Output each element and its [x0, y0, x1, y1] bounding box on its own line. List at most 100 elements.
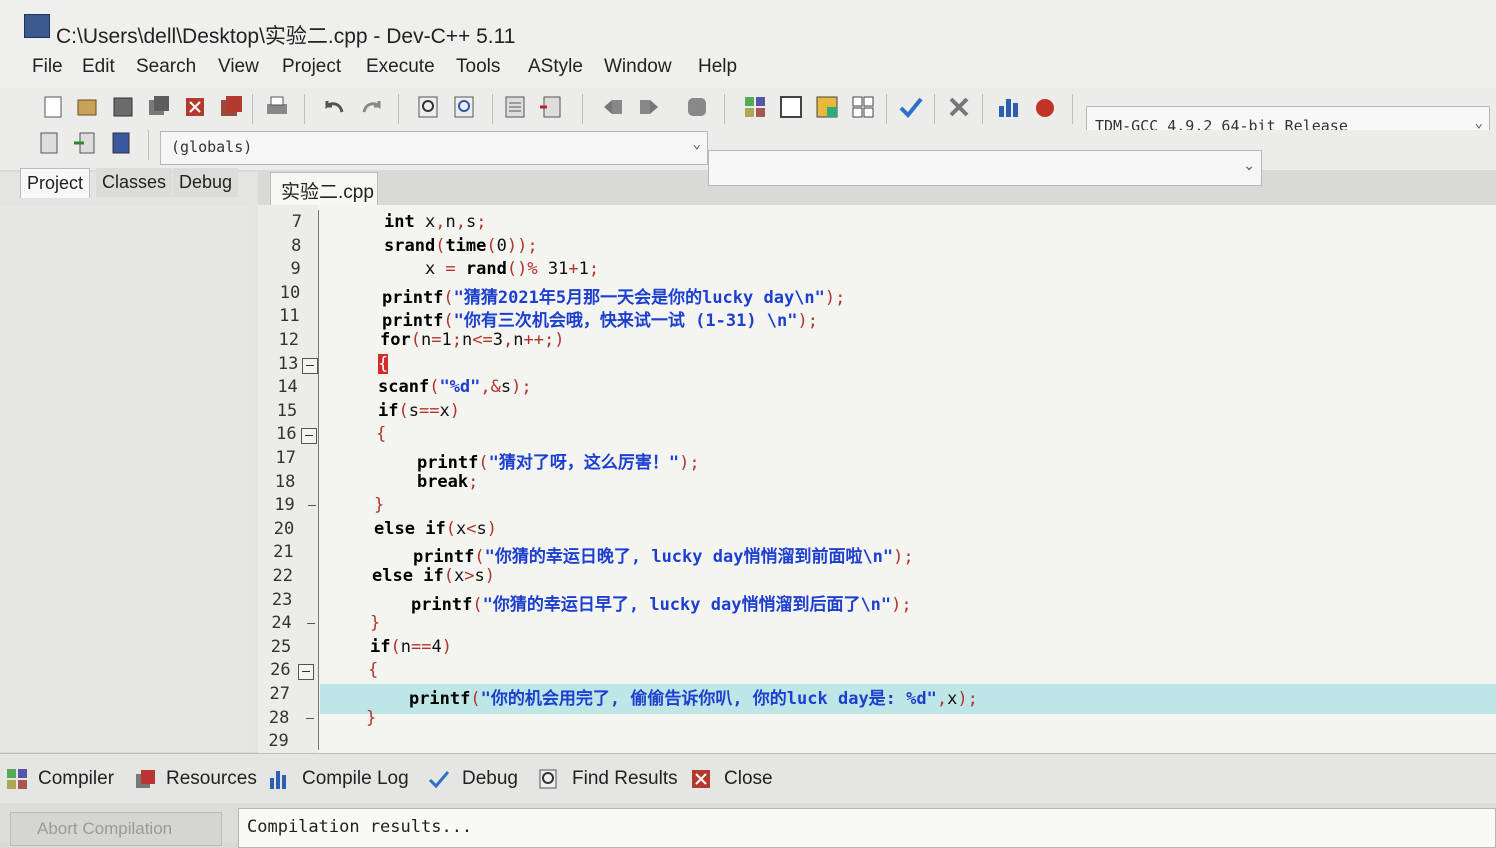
line-number: 20 — [273, 518, 295, 539]
scope-select[interactable]: (globals) ⌄ — [160, 131, 708, 165]
title-bar: C:\Users\dell\Desktop\实验二.cpp - Dev-C++ … — [0, 0, 1496, 49]
tile-icon[interactable] — [850, 94, 876, 120]
code-line[interactable]: else if(x<s) — [374, 519, 497, 539]
menu-search[interactable]: Search — [136, 56, 196, 78]
code-line[interactable]: for(n=1;n<=3,n++;) — [380, 330, 564, 350]
menu-view[interactable]: View — [218, 56, 259, 78]
close-file-icon[interactable] — [182, 94, 208, 120]
window-icon[interactable] — [778, 94, 804, 120]
fold-end-marker — [308, 505, 317, 507]
goto-line-icon[interactable] — [502, 94, 528, 120]
code-line[interactable]: printf("你有三次机会哦，快来试一试 (1-31) \n"); — [382, 306, 818, 331]
insert-icon[interactable] — [36, 130, 62, 156]
chevron-down-icon[interactable]: ⌄ — [1243, 157, 1255, 174]
menu-astyle[interactable]: AStyle — [528, 56, 583, 78]
line-number: 16 — [276, 424, 297, 445]
code-line[interactable]: srand(time(0)); — [384, 236, 538, 256]
compilation-output: Compilation results... — [238, 808, 1496, 848]
tab-find-results[interactable]: Find Results — [572, 768, 678, 790]
debug-check-icon — [428, 771, 450, 789]
compiler-icon — [7, 769, 27, 789]
new-file-icon[interactable] — [40, 94, 66, 120]
find-icon[interactable] — [416, 94, 442, 120]
menu-project[interactable]: Project — [282, 56, 341, 78]
chevron-down-icon[interactable]: ⌄ — [693, 136, 701, 152]
line-number: 13 — [277, 353, 299, 374]
compile-log-icon — [270, 771, 286, 789]
fold-guide — [318, 210, 319, 750]
code-line[interactable]: printf("猜猜2021年5月那一天会是你的lucky day\n"); — [382, 283, 845, 308]
print-icon[interactable] — [264, 94, 290, 120]
profile-chart-icon[interactable] — [996, 94, 1022, 120]
toggle-bookmark-icon[interactable] — [538, 94, 564, 120]
window-title: C:\Users\dell\Desktop\实验二.cpp - Dev-C++ … — [56, 25, 516, 48]
bookmark-icon[interactable] — [108, 130, 134, 156]
menu-file[interactable]: File — [32, 56, 63, 78]
code-line[interactable]: if(s==x) — [378, 401, 460, 421]
code-line[interactable]: x = rand()% 31+1; — [384, 259, 599, 279]
chevron-down-icon[interactable]: ⌄ — [1475, 115, 1483, 131]
code-line[interactable]: printf("猜对了呀，这么厉害！"); — [376, 448, 700, 473]
find-results-icon — [539, 769, 557, 789]
editor-file-tab[interactable]: 实验二.cpp — [270, 172, 378, 206]
member-select[interactable]: ⌄ — [708, 150, 1262, 186]
comment-icon[interactable] — [684, 94, 710, 120]
fold-toggle-icon[interactable] — [298, 664, 315, 681]
abort-compilation-button[interactable]: Abort Compilation — [10, 812, 222, 846]
code-line[interactable]: } — [366, 708, 376, 728]
new-project-icon[interactable] — [742, 94, 768, 120]
code-line[interactable]: printf("你猜的幸运日晚了, lucky day悄悄溜到前面啦\n"); — [372, 542, 914, 567]
tab-debug[interactable]: Debug — [173, 168, 239, 197]
save-icon[interactable] — [110, 94, 136, 120]
project-browser[interactable] — [0, 206, 248, 752]
code-line[interactable]: printf("你的机会用完了, 偷偷告诉你叭, 你的luck day是: %d… — [368, 684, 978, 709]
menu-tools[interactable]: Tools — [456, 56, 500, 78]
line-number: 21 — [273, 542, 294, 563]
code-line[interactable]: { — [368, 660, 378, 680]
menu-help[interactable]: Help — [698, 56, 737, 78]
indent-icon[interactable] — [600, 94, 626, 120]
tab-project[interactable]: Project — [20, 168, 91, 198]
bottom-panel-tabs: Compiler Resources Compile Log Debug Fin… — [0, 753, 1496, 804]
open-file-icon[interactable] — [74, 94, 100, 120]
save-all-icon[interactable] — [146, 94, 172, 120]
menu-bar: File Edit Search View Project Execute To… — [0, 48, 1496, 88]
menu-window[interactable]: Window — [604, 56, 672, 78]
line-number: 25 — [270, 636, 292, 657]
redo-icon[interactable] — [358, 94, 384, 120]
tab-compiler[interactable]: Compiler — [38, 768, 114, 790]
code-line[interactable]: if(n==4) — [370, 637, 452, 657]
menu-edit[interactable]: Edit — [82, 56, 115, 78]
undo-icon[interactable] — [322, 94, 348, 120]
fold-end-marker — [306, 623, 315, 625]
stop-icon[interactable] — [946, 94, 972, 120]
code-line[interactable]: int x,n,s; — [384, 212, 486, 232]
layout-icon[interactable] — [814, 94, 840, 120]
code-line[interactable]: break; — [376, 472, 478, 492]
tab-debug-output[interactable]: Debug — [462, 768, 518, 790]
code-line[interactable]: { — [378, 353, 389, 374]
line-number: 9 — [290, 259, 301, 280]
code-line[interactable]: scanf("%d",&s); — [378, 377, 532, 397]
tab-resources[interactable]: Resources — [166, 768, 257, 790]
code-line[interactable]: printf("你猜的幸运日早了, lucky day悄悄溜到后面了\n"); — [370, 590, 912, 615]
fold-toggle-icon[interactable] — [302, 357, 319, 374]
replace-icon[interactable] — [452, 94, 478, 120]
line-number: 29 — [268, 731, 289, 752]
tab-close[interactable]: Close — [724, 768, 773, 790]
unindent-icon[interactable] — [636, 94, 662, 120]
debug-bug-icon[interactable] — [1032, 94, 1058, 120]
line-number: 28 — [268, 707, 290, 728]
code-line[interactable]: { — [376, 424, 386, 444]
code-line[interactable]: } — [374, 495, 384, 515]
menu-execute[interactable]: Execute — [366, 56, 435, 78]
code-line[interactable]: else if(x>s) — [372, 566, 495, 586]
goto-icon[interactable] — [72, 130, 98, 156]
tab-classes[interactable]: Classes — [96, 168, 173, 197]
fold-toggle-icon[interactable] — [301, 428, 318, 445]
tab-compile-log[interactable]: Compile Log — [302, 768, 409, 790]
check-syntax-icon[interactable] — [898, 94, 924, 120]
devcpp-app-icon — [24, 14, 50, 38]
close-all-icon[interactable] — [218, 94, 244, 120]
code-line[interactable]: } — [370, 613, 380, 633]
